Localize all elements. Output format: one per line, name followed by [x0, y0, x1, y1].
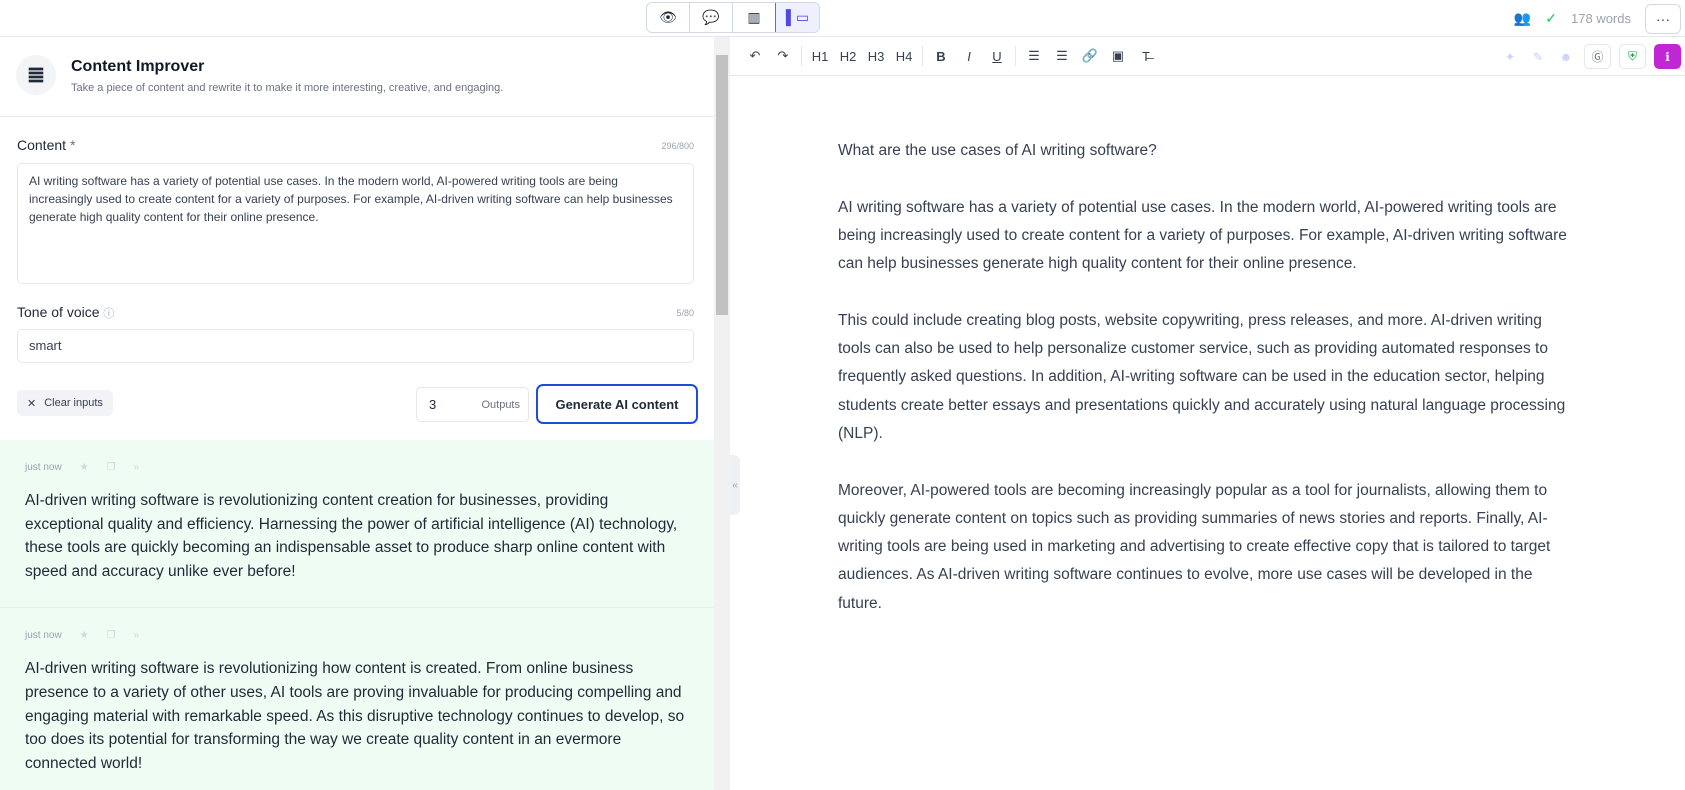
divider [801, 46, 802, 66]
scrollbar-thumb[interactable] [716, 55, 728, 315]
outputs-value[interactable]: 3 [429, 397, 436, 412]
tone-label-text: Tone of voice [17, 304, 100, 320]
link-icon[interactable]: 🔗 [1076, 48, 1104, 64]
collapse-panel-button[interactable]: « [730, 455, 740, 515]
content-textarea[interactable]: AI writing software has a variety of pot… [17, 163, 694, 284]
result-time: just now [25, 462, 62, 473]
close-icon: ✕ [27, 397, 37, 410]
chart-icon[interactable]: ▥ [733, 3, 776, 32]
bold-button[interactable]: B [927, 49, 955, 64]
more-button[interactable]: ··· [1645, 3, 1681, 34]
bullet-list-icon[interactable]: ☰ [1048, 48, 1076, 64]
tool-header: ≣ Content Improver Take a piece of conte… [0, 37, 714, 117]
grammar-icon[interactable]: Ⓖ [1584, 44, 1611, 69]
sparkle-icon[interactable]: ✦ [1500, 50, 1520, 64]
divider [922, 46, 923, 66]
result-item: just now ★ ❐ » AI-driven writing software i… [0, 440, 714, 609]
generate-button[interactable]: Generate AI content [536, 384, 698, 424]
copy-icon[interactable]: ❐ [107, 462, 116, 473]
word-count: 178 words [1571, 11, 1631, 26]
content-label: Content * [17, 137, 75, 153]
chat-icon[interactable]: 💬 [690, 3, 733, 32]
emoji-icon[interactable]: ☻ [1556, 50, 1576, 64]
content-label-text: Content [17, 137, 67, 153]
tone-input[interactable]: smart [17, 329, 694, 363]
tool-panel: ≣ Content Improver Take a piece of conte… [0, 37, 714, 790]
info-icon[interactable]: ⓘ [103, 308, 114, 320]
italic-button[interactable]: I [955, 49, 983, 64]
shield-check-icon[interactable]: ⛨ [1619, 44, 1646, 69]
editor-paragraph[interactable]: This could include creating blog posts, … [838, 307, 1573, 448]
editor-toolbar: ↶ ↷ H1 H2 H3 H4 B I U ☰ ☰ 🔗 ▣ T̶ ✦ ✎ ☻ Ⓖ… [730, 37, 1685, 76]
tone-label: Tone of voice ⓘ [17, 304, 114, 321]
clear-inputs-button[interactable]: ✕ Clear inputs [17, 390, 113, 416]
result-item: just now ★ ❐ » AI-driven writing software i… [0, 608, 714, 790]
tool-description: Take a piece of content and rewrite it t… [71, 82, 504, 94]
heading3-button[interactable]: H3 [862, 49, 890, 64]
underline-button[interactable]: U [983, 49, 1011, 64]
result-text: AI-driven writing software is revolution… [25, 660, 685, 772]
tool-title: Content Improver [71, 58, 205, 75]
panel-scrollbar[interactable] [714, 37, 730, 790]
copy-icon[interactable]: ❐ [107, 630, 116, 641]
clear-format-icon[interactable]: T̶ [1132, 49, 1160, 64]
tone-count: 5/80 [676, 308, 694, 318]
star-icon[interactable]: ★ [80, 462, 89, 473]
view-toggle-group: 👁 💬 ▥ ▌▭ [646, 2, 820, 33]
heading1-button[interactable]: H1 [806, 49, 834, 64]
content-count: 296/800 [661, 141, 694, 151]
ordered-list-icon[interactable]: ☰ [1020, 48, 1048, 64]
pencil-icon[interactable]: ✎ [1528, 50, 1548, 64]
result-time: just now [25, 630, 62, 642]
divider [1015, 46, 1016, 66]
editor-paragraph[interactable]: What are the use cases of AI writing sof… [838, 137, 1573, 165]
users-icon[interactable]: 👥 [1514, 10, 1531, 27]
image-icon[interactable]: ▣ [1104, 48, 1132, 64]
result-text: AI-driven writing software is revolution… [25, 492, 678, 580]
outputs-label: Outputs [481, 398, 520, 411]
results-list: just now ★ ❐ » AI-driven writing software i… [0, 440, 714, 790]
top-bar: 👁 💬 ▥ ▌▭ 👥 ✓ 178 words ··· [0, 0, 1685, 37]
tool-logo-icon: ≣ [16, 55, 56, 95]
check-icon: ✓ [1545, 10, 1558, 26]
insert-icon[interactable]: » [134, 630, 140, 641]
heading4-button[interactable]: H4 [890, 49, 918, 64]
redo-button[interactable]: ↷ [769, 48, 797, 64]
clear-inputs-label: Clear inputs [44, 397, 103, 409]
required-mark: * [69, 137, 76, 153]
sidebar-panel-icon[interactable]: ▌▭ [775, 3, 819, 32]
insert-icon[interactable]: » [134, 462, 140, 473]
heading2-button[interactable]: H2 [834, 49, 862, 64]
undo-button[interactable]: ↶ [741, 48, 769, 64]
eye-icon[interactable]: 👁 [647, 3, 690, 32]
outputs-stepper[interactable]: 3 Outputs [416, 387, 529, 422]
star-icon[interactable]: ★ [80, 630, 89, 641]
document-editor[interactable]: What are the use cases of AI writing sof… [838, 137, 1573, 646]
info-badge-icon[interactable]: ℹ [1654, 44, 1681, 69]
editor-paragraph[interactable]: Moreover, AI-powered tools are becoming … [838, 477, 1573, 618]
editor-paragraph[interactable]: AI writing software has a variety of pot… [838, 194, 1573, 279]
